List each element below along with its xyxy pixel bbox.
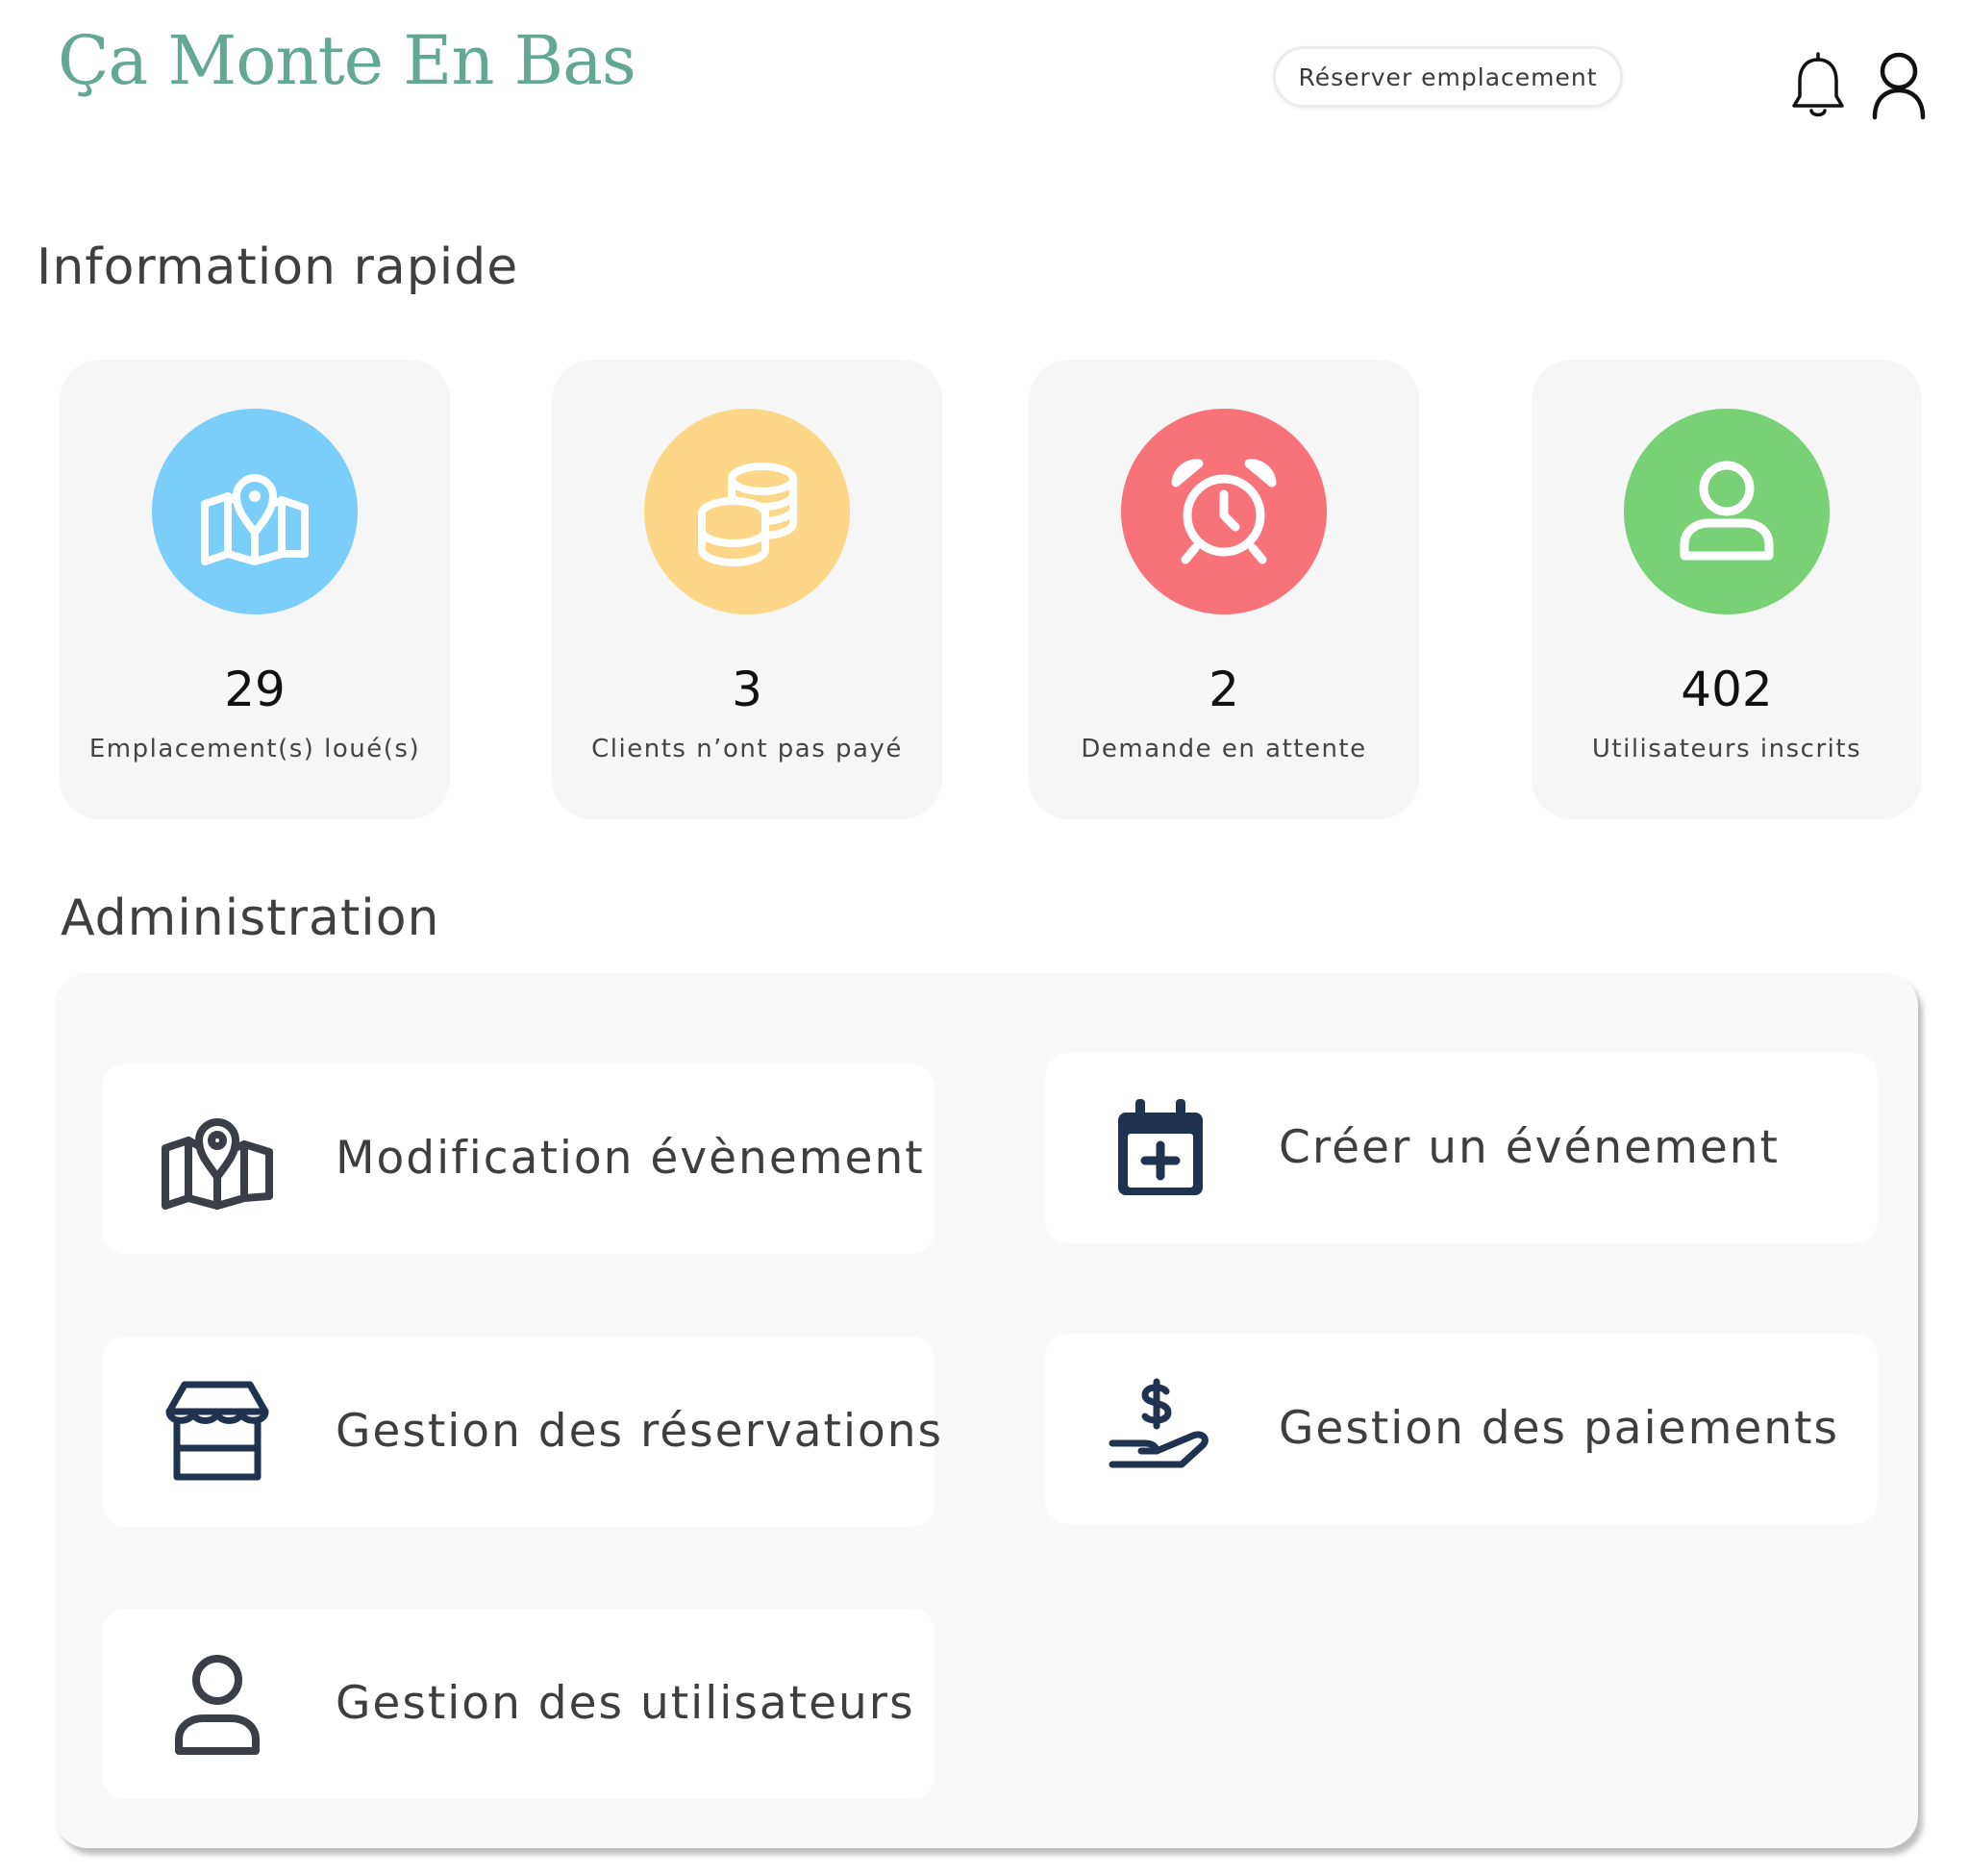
- admin-item-label: Gestion des réservations: [336, 1405, 944, 1458]
- stat-card-unpaid-clients: 3 Clients n’ont pas payé: [552, 360, 942, 819]
- stat-value: 3: [732, 662, 762, 717]
- bell-icon[interactable]: [1786, 48, 1850, 125]
- store-icon: [160, 1379, 275, 1485]
- calendar-plus-icon: [1103, 1095, 1218, 1201]
- map-pin-icon: [160, 1106, 275, 1212]
- admin-item-label: Gestion des utilisateurs: [336, 1677, 915, 1730]
- manage-users-button[interactable]: Gestion des utilisateurs: [102, 1609, 935, 1799]
- stat-icon-circle: [152, 409, 358, 614]
- stat-value: 29: [224, 662, 286, 717]
- stat-value: 2: [1209, 662, 1239, 717]
- manage-reservations-button[interactable]: Gestion des réservations: [102, 1337, 941, 1527]
- stat-card-rented-spots: 29 Emplacement(s) loué(s): [60, 360, 450, 819]
- stat-icon-circle: [1121, 409, 1327, 614]
- user-icon[interactable]: [1867, 48, 1931, 125]
- edit-event-button[interactable]: Modification évènement: [102, 1063, 935, 1254]
- stat-icon-circle: [644, 409, 850, 614]
- app-logo[interactable]: Ça Monte En Bas: [58, 21, 636, 100]
- reserve-spot-button[interactable]: Réserver emplacement: [1273, 46, 1623, 108]
- stat-value: 402: [1681, 662, 1773, 717]
- coins-icon: [698, 463, 797, 566]
- stat-card-registered-users: 402 Utilisateurs inscrits: [1532, 360, 1922, 819]
- admin-item-label: Gestion des paiements: [1279, 1402, 1839, 1455]
- manage-payments-button[interactable]: Gestion des paiements: [1045, 1334, 1878, 1524]
- stat-card-pending-requests: 2 Demande en attente: [1029, 360, 1419, 819]
- stat-label: Emplacement(s) loué(s): [88, 735, 421, 763]
- admin-item-label: Modification évènement: [336, 1132, 925, 1185]
- stat-label: Demande en attente: [1081, 735, 1367, 763]
- alarm-clock-icon: [1171, 459, 1277, 564]
- admin-item-label: Créer un événement: [1279, 1121, 1780, 1174]
- stat-icon-circle: [1624, 409, 1830, 614]
- user-icon: [160, 1651, 275, 1757]
- administration-title: Administration: [61, 889, 440, 947]
- stat-label: Clients n’ont pas payé: [591, 735, 903, 763]
- create-event-button[interactable]: Créer un événement: [1045, 1053, 1878, 1243]
- map-pin-icon: [201, 474, 309, 565]
- quick-info-title: Information rapide: [37, 238, 519, 296]
- stat-label: Utilisateurs inscrits: [1591, 735, 1862, 763]
- user-icon: [1680, 461, 1774, 561]
- dollar-hand-icon: [1103, 1376, 1218, 1482]
